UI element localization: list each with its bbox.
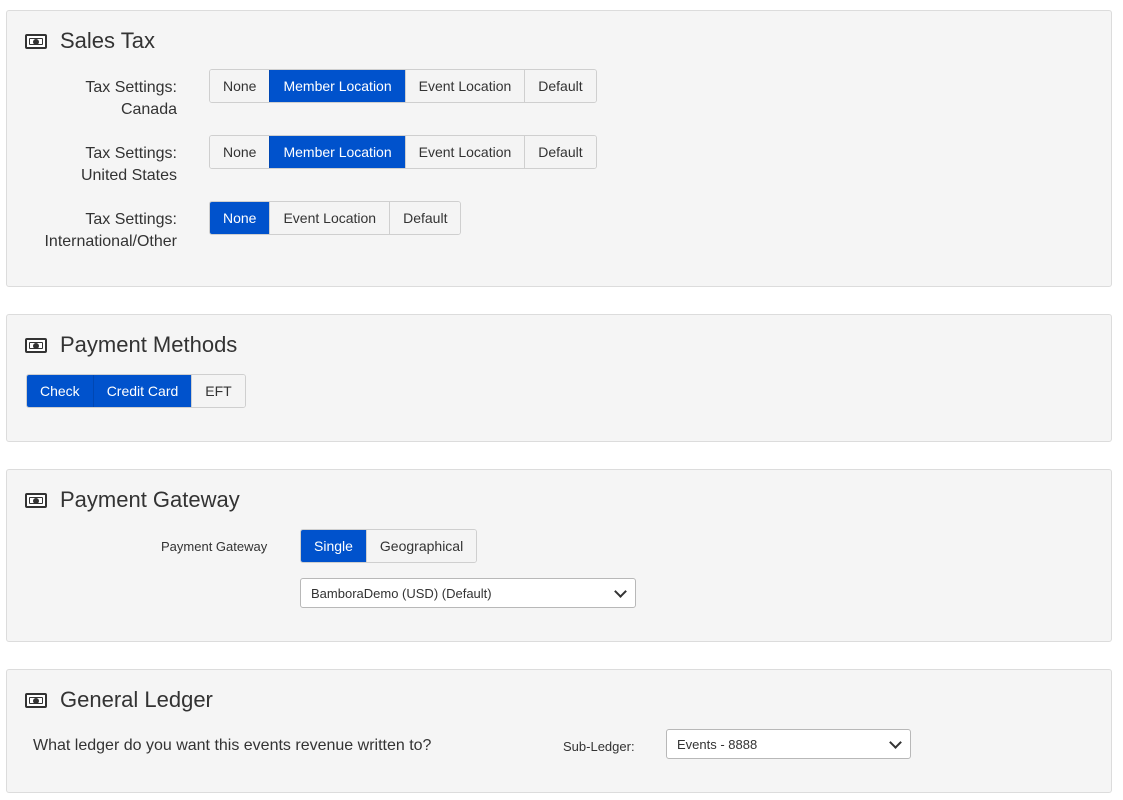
- tax-settings-international-label: Tax Settings: International/Other: [44, 209, 177, 253]
- sub-ledger-select[interactable]: Events - 8888: [666, 729, 911, 759]
- international-event-location-button[interactable]: Event Location: [269, 202, 390, 234]
- money-bill-icon: [25, 692, 47, 708]
- check-button[interactable]: Check: [27, 375, 93, 407]
- payment-methods-heading: Payment Methods: [60, 332, 238, 357]
- canada-none-button[interactable]: None: [210, 70, 270, 102]
- credit-card-button[interactable]: Credit Card: [92, 375, 192, 407]
- tax-settings-us-label: Tax Settings: United States: [81, 143, 177, 187]
- tax-label-line2: International/Other: [44, 233, 177, 250]
- tax-label-line1: Tax Settings:: [85, 79, 177, 96]
- payment-gateway-heading: Payment Gateway: [60, 487, 240, 512]
- tax-label-line2: United States: [80, 167, 177, 184]
- money-bill-icon: [25, 33, 47, 49]
- canada-event-location-button[interactable]: Event Location: [404, 70, 525, 102]
- payment-gateway-title: Payment Gateway: [25, 487, 240, 513]
- chevron-down-icon: [614, 584, 627, 598]
- canada-default-button[interactable]: Default: [524, 70, 596, 102]
- payment-methods-title: Payment Methods: [25, 332, 237, 358]
- us-event-location-button[interactable]: Event Location: [404, 136, 525, 168]
- tax-settings-canada-label: Tax Settings: Canada: [85, 77, 177, 121]
- eft-button[interactable]: EFT: [191, 375, 245, 407]
- payment-gateway-select-value: BamboraDemo (USD) (Default): [311, 585, 492, 601]
- tax-label-line1: Tax Settings:: [85, 145, 177, 162]
- us-none-button[interactable]: None: [210, 136, 270, 168]
- tax-label-line2: Canada: [120, 101, 177, 118]
- general-ledger-heading: General Ledger: [60, 687, 213, 712]
- money-bill-icon: [25, 337, 47, 353]
- sales-tax-heading: Sales Tax: [60, 28, 155, 53]
- payment-gateway-select[interactable]: BamboraDemo (USD) (Default): [300, 578, 636, 608]
- us-default-button[interactable]: Default: [524, 136, 596, 168]
- tax-settings-canada-group: None Member Location Event Location Defa…: [209, 69, 597, 103]
- payment-gateway-mode-group: Single Geographical: [300, 529, 478, 563]
- payment-methods-group: Check Credit Card EFT: [26, 374, 246, 408]
- tax-label-line1: Tax Settings:: [85, 211, 177, 228]
- international-none-button[interactable]: None: [210, 202, 270, 234]
- money-bill-icon: [25, 492, 47, 508]
- payment-gateway-label: Payment Gateway: [161, 539, 268, 554]
- ledger-question: What ledger do you want this events reve…: [33, 737, 432, 754]
- sub-ledger-label: Sub-Ledger:: [563, 739, 635, 754]
- sales-tax-panel: Sales Tax Tax Settings: Canada None Memb…: [6, 10, 1112, 287]
- sales-tax-title: Sales Tax: [25, 28, 155, 54]
- general-ledger-panel: General Ledger What ledger do you want t…: [6, 669, 1112, 793]
- single-button[interactable]: Single: [301, 530, 366, 562]
- sub-ledger-select-value: Events - 8888: [677, 736, 758, 752]
- payment-gateway-panel: Payment Gateway Payment Gateway Single G…: [6, 469, 1112, 642]
- tax-settings-us-group: None Member Location Event Location Defa…: [209, 135, 597, 169]
- general-ledger-title: General Ledger: [25, 687, 213, 713]
- international-default-button[interactable]: Default: [389, 202, 461, 234]
- canada-member-location-button[interactable]: Member Location: [269, 70, 405, 102]
- geographical-button[interactable]: Geographical: [365, 530, 477, 562]
- us-member-location-button[interactable]: Member Location: [269, 136, 405, 168]
- chevron-down-icon: [889, 735, 902, 749]
- payment-methods-panel: Payment Methods Check Credit Card EFT: [6, 314, 1112, 442]
- tax-settings-international-group: None Event Location Default: [209, 201, 462, 235]
